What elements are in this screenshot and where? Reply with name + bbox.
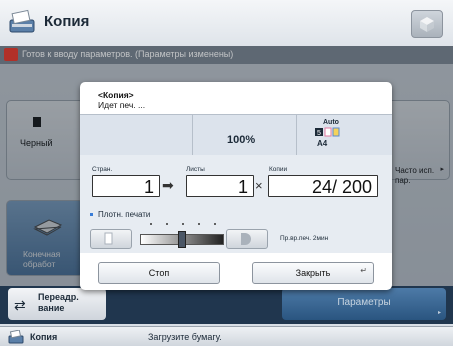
zoom-ratio: 100% — [227, 134, 256, 146]
status-bar: Копия Загрузите бумагу. — [0, 326, 453, 346]
job-info-bar: 100% Auto 5 A4 — [80, 114, 392, 156]
copies-label: Копии — [269, 166, 288, 173]
density-lighter-button[interactable] — [90, 229, 132, 249]
divider — [296, 115, 297, 155]
pages-label: Стран. — [92, 166, 113, 173]
multiply-icon: × — [255, 178, 263, 193]
copy-screen: Копия Готов к вводу параметров. (Парамет… — [0, 0, 453, 346]
slider-tick — [150, 223, 152, 225]
cube-icon — [420, 17, 434, 32]
status-bar-app: Копия — [30, 332, 58, 342]
copy-app-icon — [9, 9, 35, 33]
corner-arrow-icon: ▸ — [437, 310, 441, 316]
density-slider-knob[interactable] — [178, 231, 186, 248]
top-bar: Копия — [0, 0, 453, 47]
close-label: Закрыть — [295, 268, 331, 278]
divider — [192, 115, 193, 155]
status-bar-message: Загрузите бумагу. — [148, 332, 222, 342]
paper-source-icon: 5 — [315, 127, 340, 137]
app-title: Копия — [44, 13, 90, 30]
sheets-label: Листы — [186, 166, 205, 173]
enter-corner-icon: ↵ — [360, 266, 367, 275]
paper-size: A4 — [317, 139, 328, 148]
copies-field: 24/ 200 — [268, 175, 378, 197]
bullet-icon — [90, 213, 93, 216]
dialog-title: <Копия> — [98, 90, 134, 100]
light-icon — [104, 232, 113, 245]
settings-cube-button[interactable] — [411, 10, 443, 38]
slider-tick — [182, 223, 184, 225]
dialog-subtitle: Идет печ. ... — [98, 100, 146, 110]
redirect-icon: ⇄ — [14, 297, 26, 313]
bottom-controls: ⇄ Переадр. вание Параметры ▸ — [0, 286, 453, 324]
dark-icon — [241, 233, 251, 245]
close-button[interactable]: Закрыть ↵ — [252, 262, 374, 284]
slider-tick — [198, 223, 200, 225]
stop-label: Стоп — [148, 268, 170, 278]
slider-tick — [214, 223, 216, 225]
copy-status-icon — [8, 330, 24, 344]
stop-button[interactable]: Стоп — [98, 262, 220, 284]
dim-overlay — [0, 46, 453, 64]
density-label: Плотн. печати — [98, 210, 151, 219]
parameters-button[interactable]: Параметры ▸ — [282, 288, 446, 320]
dry-time-label: Пр.вр.печ. 2мин — [280, 235, 329, 242]
redirect-label: Переадр. вание — [38, 292, 79, 313]
density-darker-button[interactable] — [226, 229, 268, 249]
slider-tick — [166, 223, 168, 225]
arrow-right-icon: ➡ — [162, 177, 174, 193]
svg-text:5: 5 — [317, 130, 321, 137]
redirect-button[interactable]: ⇄ Переадр. вание — [8, 288, 106, 320]
pages-field: 1 — [92, 175, 160, 197]
print-progress-dialog: <Копия> Идет печ. ... 100% Auto 5 A4 Стр… — [80, 82, 392, 290]
sheets-field: 1 — [186, 175, 254, 197]
parameters-label: Параметры — [337, 297, 391, 308]
paper-mode: Auto — [323, 119, 339, 126]
